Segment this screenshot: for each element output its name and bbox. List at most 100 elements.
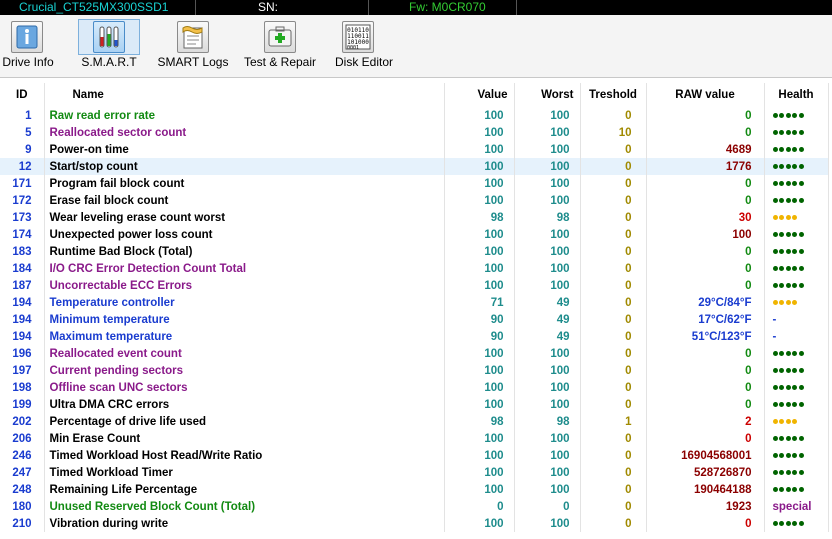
- table-row[interactable]: 12 Start/stop count 100 100 0 1776: [0, 158, 829, 175]
- health-dot-icon: [785, 248, 791, 254]
- health-dot-icon: [772, 129, 778, 135]
- attribute-name: Raw read error rate: [44, 107, 445, 124]
- attribute-threshold: 0: [580, 294, 647, 311]
- health-dot-icon: [785, 299, 791, 305]
- column-header-value[interactable]: Value: [444, 83, 515, 107]
- attribute-value: 100: [444, 141, 515, 158]
- health-dot-icon: [772, 180, 778, 186]
- health-indicator: [764, 243, 829, 260]
- attribute-name: Power-on time: [44, 141, 445, 158]
- health-indicator: [764, 413, 829, 430]
- health-indicator: [764, 124, 829, 141]
- attribute-raw-value: 0: [646, 277, 765, 294]
- table-row[interactable]: 247 Timed Workload Timer 100 100 0 528726870: [0, 464, 829, 481]
- table-row[interactable]: 172 Erase fail block count 100 100 0 0: [0, 192, 829, 209]
- disk-editor-button[interactable]: 010110 110011 101000 0001 Disk Editor: [332, 15, 396, 77]
- table-row[interactable]: 184 I/O CRC Error Detection Count Total 10…: [0, 260, 829, 277]
- table-row[interactable]: 173 Wear leveling erase count worst 98 98 0 3…: [0, 209, 829, 226]
- attribute-name: Ultra DMA CRC errors: [44, 396, 445, 413]
- column-header-threshold[interactable]: Treshold: [580, 83, 647, 107]
- attribute-value: 100: [444, 243, 515, 260]
- table-row[interactable]: 210 Vibration during write 100 100 0 0: [0, 515, 829, 532]
- table-row[interactable]: 202 Percentage of drive life used 98 98 1 2: [0, 413, 829, 430]
- attribute-threshold: 0: [580, 345, 647, 362]
- health-indicator: [764, 362, 829, 379]
- attribute-threshold: 0: [580, 209, 647, 226]
- health-dot-icon: [792, 231, 797, 237]
- table-row[interactable]: 198 Offline scan UNC sectors 100 100 0 0: [0, 379, 829, 396]
- table-row[interactable]: 174 Unexpected power loss count 100 100 0 100: [0, 226, 829, 243]
- column-header-raw-value[interactable]: RAW value: [646, 83, 765, 107]
- table-row[interactable]: 183 Runtime Bad Block (Total) 100 100 0 0: [0, 243, 829, 260]
- attribute-value: 90: [444, 328, 515, 345]
- health-dot-icon: [792, 265, 797, 271]
- table-row[interactable]: 194 Minimum temperature 90 49 0 17°C/62°F -: [0, 311, 829, 328]
- drive-info-button[interactable]: Drive Info: [0, 15, 56, 77]
- table-row[interactable]: 9 Power-on time 100 100 0 4689: [0, 141, 829, 158]
- attribute-worst: 100: [514, 464, 581, 481]
- column-header-name[interactable]: Name: [44, 83, 445, 107]
- health-indicator: -: [764, 311, 829, 328]
- test-repair-button[interactable]: Test & Repair: [240, 15, 320, 77]
- health-dot-icon: [798, 163, 804, 169]
- table-row[interactable]: 197 Current pending sectors 100 100 0 0: [0, 362, 829, 379]
- health-dot-icon: [792, 418, 797, 424]
- table-row[interactable]: 187 Uncorrectable ECC Errors 100 100 0 0: [0, 277, 829, 294]
- health-dot-icon: [772, 163, 778, 169]
- table-row[interactable]: 248 Remaining Life Percentage 100 100 0 19046…: [0, 481, 829, 498]
- smart-button[interactable]: S.M.A.R.T: [78, 15, 140, 77]
- firmware-version: Fw: M0CR070: [369, 0, 517, 15]
- health-dot-icon: [785, 112, 791, 118]
- attribute-worst: 100: [514, 158, 581, 175]
- health-dot-icon: [785, 214, 791, 220]
- attribute-threshold: 0: [580, 158, 647, 175]
- column-header-worst[interactable]: Worst: [514, 83, 581, 107]
- logs-icon: [177, 21, 209, 53]
- column-header-health[interactable]: Health: [764, 83, 829, 107]
- attribute-threshold: 1: [580, 413, 647, 430]
- attribute-name: Timed Workload Host Read/Write Ratio: [44, 447, 445, 464]
- attribute-worst: 100: [514, 192, 581, 209]
- table-row[interactable]: 194 Temperature controller 71 49 0 29°C/84°F: [0, 294, 829, 311]
- attribute-value: 100: [444, 447, 515, 464]
- column-header-id[interactable]: ID: [0, 83, 45, 107]
- attribute-name: Wear leveling erase count worst: [44, 209, 445, 226]
- attribute-raw-value: 0: [646, 515, 765, 532]
- table-row[interactable]: 246 Timed Workload Host Read/Write Ratio 1…: [0, 447, 829, 464]
- health-indicator: [764, 345, 829, 362]
- info-icon: [11, 21, 43, 53]
- smart-label: S.M.A.R.T: [81, 55, 137, 69]
- health-dot-icon: [779, 129, 784, 135]
- health-dot-icon: [792, 146, 797, 152]
- attribute-name: Reallocated sector count: [44, 124, 445, 141]
- health-dot-icon: [779, 248, 784, 254]
- attribute-value: 71: [444, 294, 515, 311]
- attribute-worst: 100: [514, 396, 581, 413]
- table-row[interactable]: 171 Program fail block count 100 100 0 0: [0, 175, 829, 192]
- attribute-id: 210: [0, 515, 45, 532]
- attribute-name: Reallocated event count: [44, 345, 445, 362]
- attribute-raw-value: 0: [646, 430, 765, 447]
- attribute-threshold: 0: [580, 362, 647, 379]
- table-row[interactable]: 180 Unused Reserved Block Count (Total) 0 0…: [0, 498, 829, 515]
- health-dot-icon: [772, 112, 778, 118]
- health-dot-icon: [779, 520, 784, 526]
- attribute-value: 98: [444, 413, 515, 430]
- attribute-name: Remaining Life Percentage: [44, 481, 445, 498]
- table-row[interactable]: 196 Reallocated event count 100 100 0 0: [0, 345, 829, 362]
- attribute-id: 187: [0, 277, 45, 294]
- attribute-name: Timed Workload Timer: [44, 464, 445, 481]
- health-dot-icon: [785, 452, 791, 458]
- health-dot-icon: [792, 299, 797, 305]
- table-row[interactable]: 194 Maximum temperature 90 49 0 51°C/123°F -: [0, 328, 829, 345]
- table-row[interactable]: 199 Ultra DMA CRC errors 100 100 0 0: [0, 396, 829, 413]
- table-row[interactable]: 5 Reallocated sector count 100 100 10 0: [0, 124, 829, 141]
- smart-logs-button[interactable]: SMART Logs: [156, 15, 230, 77]
- attribute-value: 90: [444, 311, 515, 328]
- health-dot-icon: [772, 214, 778, 220]
- attribute-id: 206: [0, 430, 45, 447]
- table-row[interactable]: 1 Raw read error rate 100 100 0 0: [0, 107, 829, 124]
- attribute-name: Unexpected power loss count: [44, 226, 445, 243]
- attribute-worst: 100: [514, 362, 581, 379]
- table-row[interactable]: 206 Min Erase Count 100 100 0 0: [0, 430, 829, 447]
